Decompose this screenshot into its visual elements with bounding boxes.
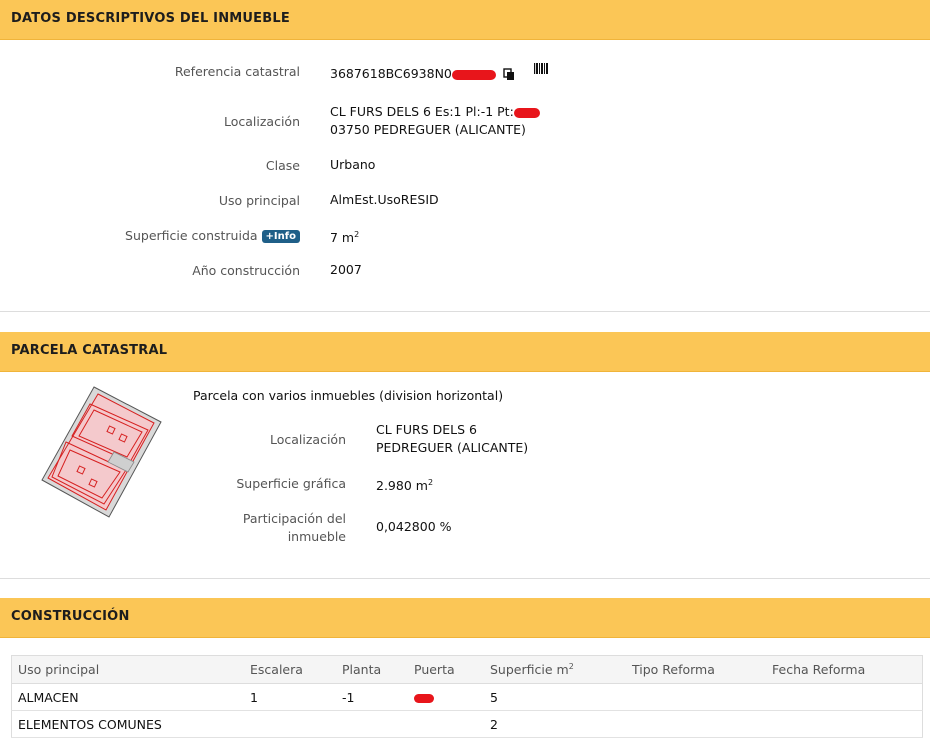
- cell-tipo-reforma: [626, 683, 766, 711]
- localizacion-value: CL FURS DELS 6 Es:1 Pl:-1 Pt: 03750 PEDR…: [330, 103, 540, 139]
- parcela-localizacion-label: Localización: [269, 432, 346, 447]
- cell-fecha-reforma: [766, 710, 923, 738]
- superficie-value-text: 7 m: [330, 230, 355, 246]
- cell-superficie: 5: [484, 683, 626, 711]
- col-superficie: Superficie m2: [484, 655, 626, 684]
- superficie-grafica-text: 2.980 m: [376, 478, 428, 494]
- redaction-mark: [513, 107, 540, 118]
- col-escalera: Escalera: [244, 655, 336, 684]
- col-tipo-reforma: Tipo Reforma: [626, 655, 766, 684]
- cell-escalera: 1: [244, 683, 336, 711]
- unit-superscript: 2: [568, 661, 574, 671]
- barcode-icon[interactable]: [533, 62, 549, 75]
- section-title: CONSTRUCCIÓN: [11, 609, 130, 624]
- cell-escalera: [244, 710, 336, 738]
- participacion-label: Participación del inmueble: [243, 510, 346, 546]
- cell-uso: ALMACEN: [11, 683, 244, 711]
- parcela-panel: Parcela con varios inmuebles (division h…: [0, 372, 930, 579]
- cell-puerta: [408, 683, 484, 711]
- section-header-construccion: CONSTRUCCIÓN: [0, 598, 930, 638]
- parcela-description: Parcela con varios inmuebles (division h…: [193, 388, 504, 403]
- parcel-map-thumbnail[interactable]: [34, 382, 174, 522]
- cell-superficie: 2: [484, 710, 626, 738]
- section-title: DATOS DESCRIPTIVOS DEL INMUEBLE: [11, 11, 290, 26]
- col-superficie-text: Superficie m: [490, 662, 569, 678]
- col-uso-principal: Uso principal: [11, 655, 244, 684]
- superficie-grafica-label: Superficie gráfica: [236, 476, 346, 491]
- anio-construccion-label: Año construcción: [192, 263, 300, 278]
- copy-icon[interactable]: [503, 68, 515, 81]
- col-planta: Planta: [336, 655, 408, 684]
- cell-tipo-reforma: [626, 710, 766, 738]
- col-puerta: Puerta: [408, 655, 484, 684]
- cell-puerta: [408, 710, 484, 738]
- table-header-row: Uso principal Escalera Planta Puerta Sup…: [11, 655, 923, 684]
- section-header-parcela: PARCELA CATASTRAL: [0, 332, 930, 372]
- superficie-grafica-value: 2.980 m2: [376, 474, 433, 495]
- col-fecha-reforma: Fecha Reforma: [766, 655, 923, 684]
- unit-superscript: 2: [427, 478, 434, 487]
- section-header-descriptive: DATOS DESCRIPTIVOS DEL INMUEBLE: [0, 0, 930, 40]
- cell-fecha-reforma: [766, 683, 923, 711]
- superficie-construida-text: Superficie construida: [125, 228, 258, 243]
- unit-superscript: 2: [354, 230, 360, 239]
- participacion-label-line2: inmueble: [287, 529, 346, 544]
- construccion-table: Uso principal Escalera Planta Puerta Sup…: [11, 655, 923, 738]
- parcela-loc-line2: PEDREGUER (ALICANTE): [376, 440, 529, 455]
- ref-catastral-value: 3687618BC6938N0: [330, 62, 549, 83]
- cell-planta: -1: [336, 683, 408, 711]
- cell-uso: ELEMENTOS COMUNES: [11, 710, 244, 738]
- clase-value: Urbano: [330, 157, 376, 172]
- table-row: ELEMENTOS COMUNES 2: [11, 710, 923, 738]
- clase-label: Clase: [265, 158, 300, 173]
- uso-principal-value: AlmEst.UsoRESID: [330, 192, 439, 207]
- participacion-label-line1: Participación del: [242, 511, 346, 526]
- localizacion-label: Localización: [223, 114, 300, 129]
- table-row: ALMACEN 1 -1 5: [11, 683, 923, 711]
- redaction-mark: [451, 69, 496, 80]
- section-title: PARCELA CATASTRAL: [11, 343, 168, 358]
- ref-catastral-text: 3687618BC6938N0: [330, 66, 452, 81]
- parcela-localizacion-value: CL FURS DELS 6 PEDREGUER (ALICANTE): [376, 421, 528, 457]
- uso-principal-label: Uso principal: [218, 193, 300, 208]
- ref-catastral-label: Referencia catastral: [174, 64, 300, 79]
- cell-planta: [336, 710, 408, 738]
- parcela-loc-line1: CL FURS DELS 6: [376, 422, 477, 437]
- anio-construccion-value: 2007: [330, 262, 362, 277]
- participacion-value: 0,042800 %: [376, 519, 452, 534]
- descriptive-panel: Referencia catastral 3687618BC6938N0 Loc…: [0, 40, 930, 312]
- info-button[interactable]: +Info: [261, 230, 300, 243]
- localizacion-line2: 03750 PEDREGUER (ALICANTE): [330, 122, 526, 137]
- redaction-mark: [414, 693, 434, 703]
- superficie-construida-label: Superficie construida +Info: [125, 228, 300, 243]
- superficie-construida-value: 7 m2: [330, 226, 359, 247]
- localizacion-line1: CL FURS DELS 6 Es:1 Pl:-1 Pt:: [330, 104, 514, 119]
